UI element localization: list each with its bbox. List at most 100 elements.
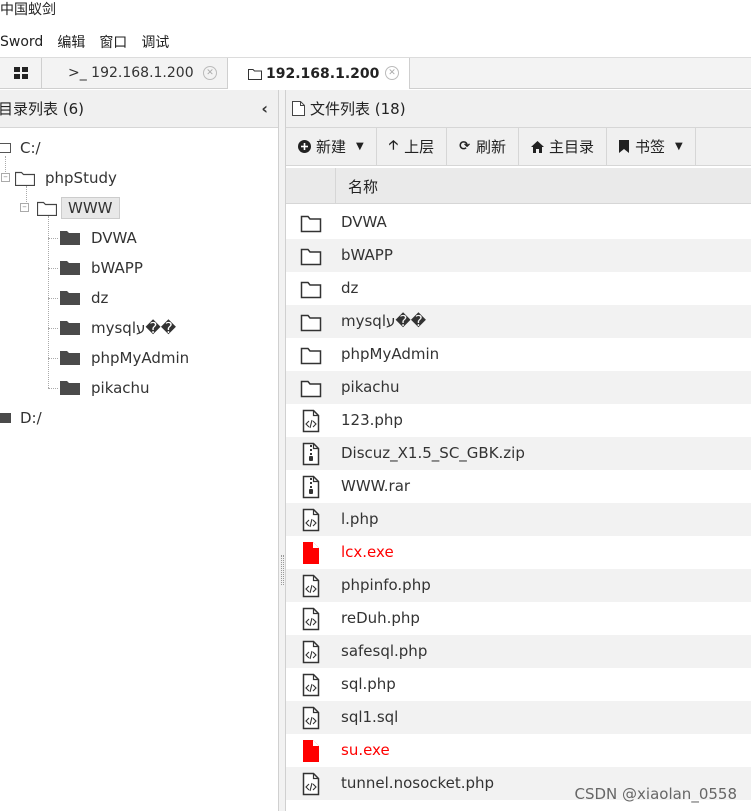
file-name: tunnel.nosocket.php xyxy=(341,774,495,792)
collapse-icon[interactable]: ‹ xyxy=(261,99,268,118)
file-row[interactable]: pikachu xyxy=(286,371,751,404)
folder-icon xyxy=(60,231,80,245)
folder-icon xyxy=(300,211,322,235)
file-name: phpinfo.php xyxy=(341,576,431,594)
file-row[interactable]: Discuz_X1.5_SC_GBK.zip xyxy=(286,437,751,470)
file-row[interactable]: safesql.php xyxy=(286,635,751,668)
file-name: reDuh.php xyxy=(341,609,420,627)
file-row[interactable]: sql.php xyxy=(286,668,751,701)
tree-item-label: DVWA xyxy=(91,229,137,247)
file-name: DVWA xyxy=(341,213,387,231)
tab-terminal[interactable]: >_ 192.168.1.200 ✕ xyxy=(42,58,228,88)
home-button[interactable]: 主目录 xyxy=(519,127,608,166)
file-row[interactable]: lcx.exe xyxy=(286,536,751,569)
file-row[interactable]: WWW.rar xyxy=(286,470,751,503)
file-name: WWW.rar xyxy=(341,477,411,495)
code-file-icon xyxy=(300,574,322,598)
file-name: sql.php xyxy=(341,675,396,693)
file-name: pikachu xyxy=(341,378,400,396)
tree-item-pikachu[interactable]: pikachu xyxy=(60,375,150,401)
tree-item-label: mysqlע�� xyxy=(91,319,177,337)
watermark: CSDN @xiaolan_0558 xyxy=(574,785,738,803)
file-row[interactable]: bWAPP xyxy=(286,239,751,272)
tree-collapse-toggle[interactable]: – xyxy=(20,203,29,212)
tree-item-dz[interactable]: dz xyxy=(60,285,108,311)
refresh-icon: ⟳ xyxy=(459,139,470,154)
code-file-icon xyxy=(300,673,322,697)
tab-file-manager[interactable]: 192.168.1.200 ✕ xyxy=(228,58,410,89)
file-row[interactable]: phpMyAdmin xyxy=(286,338,751,371)
file-name: mysqlע�� xyxy=(341,312,427,330)
menu-item-edit[interactable]: 编辑 xyxy=(57,32,85,52)
window-title-bar: 中国蚁剑 xyxy=(0,0,751,27)
file-row[interactable]: reDuh.php xyxy=(286,602,751,635)
bookmark-icon xyxy=(619,140,630,153)
tree-item-label: pikachu xyxy=(91,379,150,397)
file-toolbar: 新建 ▼ 🡡 上层 ⟳ 刷新 主目录 书签 ▼ xyxy=(286,127,751,166)
select-column-header[interactable] xyxy=(286,168,336,204)
home-button-label: 主目录 xyxy=(549,138,595,156)
file-list-panel: 文件列表 (18) 新建 ▼ 🡡 上层 ⟳ 刷新 主目录 书签 ▼ 名称 DVW… xyxy=(286,90,751,811)
bookmark-button-label: 书签 xyxy=(635,138,666,156)
tree-line xyxy=(48,216,49,388)
file-row[interactable]: DVWA xyxy=(286,206,751,239)
folder-icon xyxy=(300,277,322,301)
tree-item-bwapp[interactable]: bWAPP xyxy=(60,255,143,281)
tree-item-label: dz xyxy=(91,289,109,307)
folder-icon xyxy=(248,68,262,80)
file-row[interactable]: 123.php xyxy=(286,404,751,437)
archive-file-icon xyxy=(300,442,322,466)
file-name: safesql.php xyxy=(341,642,428,660)
tab-terminal-label: >_ 192.168.1.200 xyxy=(68,65,194,81)
file-name: lcx.exe xyxy=(341,543,394,561)
refresh-button-label: 刷新 xyxy=(475,138,506,156)
tree-item-d-drive[interactable]: D:/ xyxy=(0,405,42,431)
file-name: phpMyAdmin xyxy=(341,345,440,363)
tab-bar: >_ 192.168.1.200 ✕ 192.168.1.200 ✕ xyxy=(0,58,751,89)
file-row[interactable]: mysqlע�� xyxy=(286,305,751,338)
file-icon xyxy=(292,101,305,116)
close-icon[interactable]: ✕ xyxy=(203,66,217,80)
file-row[interactable]: phpinfo.php xyxy=(286,569,751,602)
folder-icon xyxy=(60,351,80,365)
up-button[interactable]: 🡡 上层 xyxy=(377,127,448,166)
tab-file-manager-label: 192.168.1.200 xyxy=(266,65,380,82)
folder-icon xyxy=(300,310,322,334)
panel-splitter[interactable] xyxy=(279,90,286,811)
new-button[interactable]: 新建 ▼ xyxy=(286,127,377,166)
file-row[interactable]: l.php xyxy=(286,503,751,536)
drive-icon xyxy=(0,413,11,423)
tree-collapse-toggle[interactable]: – xyxy=(1,173,10,182)
menu-item-window[interactable]: 窗口 xyxy=(99,32,127,52)
tree-item-www[interactable]: WWW xyxy=(37,195,120,221)
tree-item-c-drive[interactable]: C:/ xyxy=(0,135,41,161)
code-file-icon xyxy=(300,409,322,433)
tree-item-label: phpStudy xyxy=(45,169,117,187)
file-name: Discuz_X1.5_SC_GBK.zip xyxy=(341,444,525,462)
grid-view-icon[interactable] xyxy=(0,58,42,88)
tree-item-phpstudy[interactable]: phpStudy xyxy=(15,165,117,191)
code-file-icon xyxy=(300,640,322,664)
chevron-down-icon: ▼ xyxy=(356,141,364,152)
file-table-header: 名称 xyxy=(286,168,751,204)
file-row[interactable]: sql1.sql xyxy=(286,701,751,734)
file-row[interactable]: su.exe xyxy=(286,734,751,767)
tree-item-dvwa[interactable]: DVWA xyxy=(60,225,137,251)
column-header-name[interactable]: 名称 xyxy=(348,176,378,197)
menu-item-debug[interactable]: 调试 xyxy=(141,32,169,52)
tree-item-phpmyadmin[interactable]: phpMyAdmin xyxy=(60,345,189,371)
up-button-label: 上层 xyxy=(404,138,435,156)
file-list-header: 文件列表 (18) xyxy=(286,90,751,128)
file-name: sql1.sql xyxy=(341,708,399,726)
file-name: l.php xyxy=(341,510,379,528)
file-row[interactable]: dz xyxy=(286,272,751,305)
refresh-button[interactable]: ⟳ 刷新 xyxy=(447,127,519,166)
menu-item-sword[interactable]: Sword xyxy=(0,34,43,50)
tree-item-mysql[interactable]: mysqlע�� xyxy=(60,315,176,341)
splitter-grip-icon xyxy=(281,555,284,585)
bookmark-button[interactable]: 书签 ▼ xyxy=(607,127,696,166)
tree-line xyxy=(48,238,58,239)
folder-icon xyxy=(300,244,322,268)
close-icon[interactable]: ✕ xyxy=(385,66,399,80)
folder-icon xyxy=(60,291,80,305)
